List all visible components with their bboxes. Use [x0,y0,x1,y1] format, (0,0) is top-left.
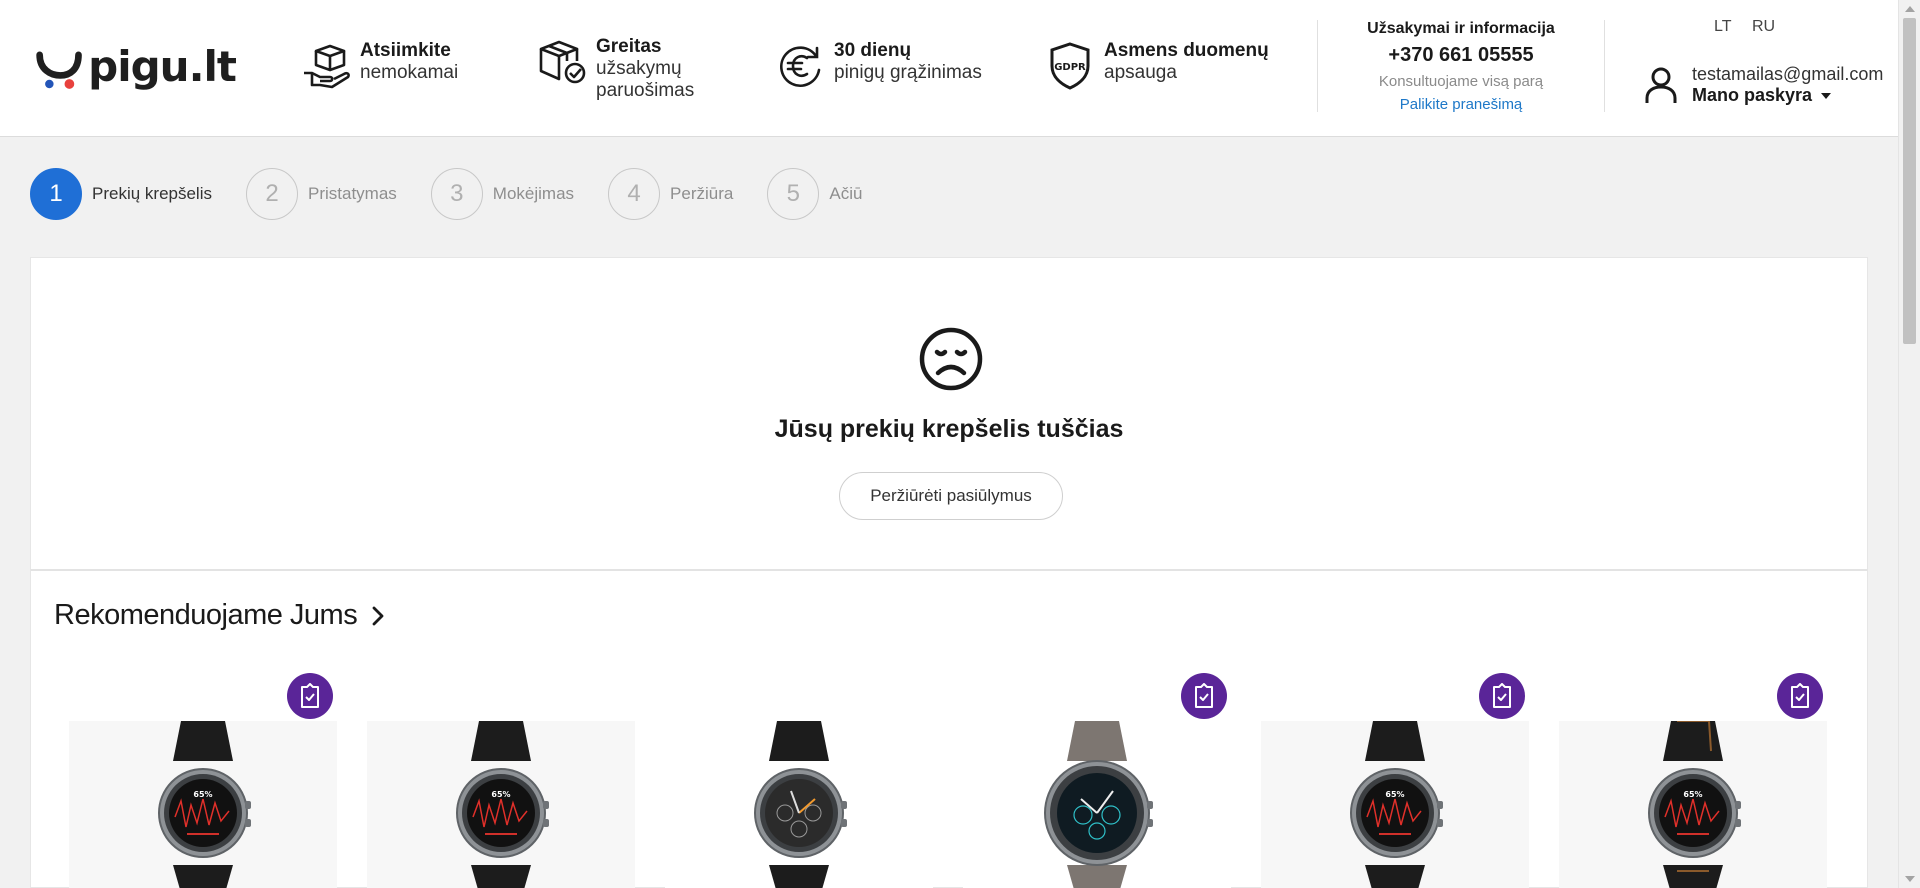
chevron-right-icon [372,606,384,625]
step-label: Peržiūra [670,184,734,203]
product-watch-4[interactable] [963,673,1233,888]
feature-title: Greitas [596,36,662,57]
feature-fast-preparation: Greitas užsakymų paruošimas [536,36,706,102]
watch-icon [754,721,847,888]
checkout-stepper: 1 Prekių krepšelis 2 Pristatymas 3 Mokėj… [30,168,896,220]
feature-money-back: 30 dienų pinigų grąžinimas [774,40,982,92]
svg-text:65%: 65% [193,790,212,799]
product-image[interactable]: 65% [367,721,635,888]
caret-down-icon [1821,93,1832,100]
feature-free-pickup: Atsiimkite nemokamai [300,40,458,92]
hand-package-icon [300,40,352,92]
feature-subtitle: užsakymų paruošimas [596,58,695,101]
contact-subtitle: Konsultuojame visą parą [1378,73,1544,90]
watch-icon: 65% [456,721,549,888]
pigu-logo[interactable]: pigu.lt [36,38,237,102]
product-carousel: 65% 65% 65% 65% [31,673,1867,888]
product-image[interactable]: 65% [69,721,337,888]
box-check-icon [536,36,588,88]
recommendations-section: Rekomenduojame Jums 65% 65% 65% 65% [30,569,1868,888]
header-divider [1604,20,1605,112]
step-label: Pristatymas [308,184,397,203]
scroll-up-arrow-icon[interactable] [1905,6,1915,12]
feature-subtitle: pinigų grąžinimas [834,62,982,83]
step-payment[interactable]: 3 Mokėjimas [430,168,575,220]
feature-subtitle: nemokamai [360,62,459,83]
step-label: Prekių krepšelis [92,184,212,203]
product-image[interactable] [963,721,1231,888]
step-number: 5 [767,168,820,220]
language-ru[interactable]: RU [1752,18,1775,36]
user-icon [1645,67,1677,103]
product-watch-2[interactable]: 65% [367,673,637,888]
language-lt[interactable]: LT [1714,18,1731,36]
empty-cart-title: Jūsų prekių krepšelis tuščias [774,415,1124,443]
step-number: 4 [608,168,661,220]
product-image[interactable] [665,721,933,888]
contact-phone[interactable]: +370 661 05555 [1320,44,1602,67]
feature-subtitle: apsauga [1104,62,1177,83]
logo-text: pigu.lt [88,41,237,91]
empty-cart-panel: Jūsų prekių krepšelis tuščias Peržiūrėti… [30,257,1868,569]
verified-seller-badge-icon [1777,673,1823,719]
recommendations-title: Rekomenduojame Jums [54,599,358,631]
gdpr-shield-icon: GDPR [1044,40,1096,92]
svg-text:65%: 65% [1385,790,1404,799]
account-email: testamailas@gmail.com [1692,64,1884,84]
svg-text:GDPR: GDPR [1054,62,1086,73]
contact-title: Užsakymai ir informacija [1367,20,1555,37]
recommendations-title-link[interactable]: Rekomenduojame Jums [54,599,385,632]
step-number: 3 [430,168,483,220]
product-watch-6[interactable]: 65% [1559,673,1829,888]
sad-face-icon [919,327,983,391]
product-watch-1[interactable]: 65% [69,673,339,888]
header-divider [1317,20,1318,112]
step-review[interactable]: 4 Peržiūra [608,168,733,220]
watch-icon: 65% [1648,721,1741,888]
step-label: Mokėjimas [492,184,575,203]
feature-title: Atsiimkite [360,40,451,61]
verified-seller-badge-icon [1181,673,1227,719]
leave-message-link[interactable]: Palikite pranešimą [1320,96,1602,113]
product-watch-5[interactable]: 65% [1261,673,1531,888]
account-menu[interactable]: testamailas@gmail.com Mano paskyra [1644,64,1883,106]
verified-seller-badge-icon [287,673,333,719]
scrollbar-thumb[interactable] [1903,18,1916,344]
scroll-down-arrow-icon[interactable] [1905,876,1915,882]
step-number: 1 [30,168,82,220]
pigu-logo-mark-icon [36,51,82,89]
product-image[interactable]: 65% [1559,721,1827,888]
page-scrollbar[interactable] [1898,0,1920,888]
feature-title: 30 dienų [834,40,912,61]
view-offers-button[interactable]: Peržiūrėti pasiūlymus [839,472,1063,520]
verified-seller-badge-icon [1479,673,1525,719]
watch-icon: 65% [158,721,251,888]
product-watch-3[interactable] [665,673,935,888]
step-delivery[interactable]: 2 Pristatymas [246,168,397,220]
product-image[interactable]: 65% [1261,721,1529,888]
account-label: Mano paskyra [1692,85,1883,106]
contact-block: Užsakymai ir informacija +370 661 05555 … [1320,20,1602,113]
watch-icon: 65% [1350,721,1443,888]
step-number: 2 [246,168,298,220]
feature-title: Asmens duomenų [1104,40,1269,61]
euro-refund-icon [774,40,826,92]
step-label: Ačiū [829,184,863,203]
step-cart[interactable]: 1 Prekių krepšelis [30,168,212,220]
watch-icon [1044,721,1153,888]
svg-text:65%: 65% [491,790,510,799]
svg-text:65%: 65% [1683,790,1702,799]
feature-data-protection: GDPR Asmens duomenų apsauga [1044,40,1269,92]
site-header: pigu.lt Atsiimkite nemokamai Greitas užs… [0,0,1898,137]
step-thanks[interactable]: 5 Ačiū [767,168,862,220]
